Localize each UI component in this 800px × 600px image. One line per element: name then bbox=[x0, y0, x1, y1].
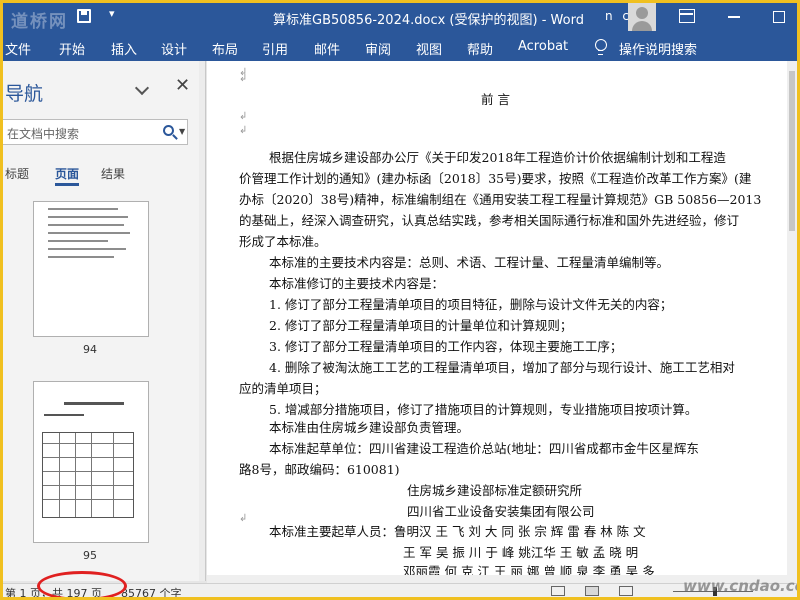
watermark: www.cndao.com bbox=[683, 577, 797, 595]
print-layout-button[interactable] bbox=[585, 586, 599, 596]
word-count-status[interactable]: 85767 个字 bbox=[121, 585, 182, 597]
page-thumbnail[interactable] bbox=[33, 381, 149, 543]
doc-line: 王 军 吴 振 川 于 峰 姚江华 王 敏 孟 晓 明 bbox=[403, 545, 639, 560]
minimize-icon[interactable] bbox=[728, 16, 740, 18]
title-bar: 道桥网 ▾ 算标准GB50856-2024.docx (受保护的视图) - Wo… bbox=[3, 3, 797, 32]
scrollbar-thumb[interactable] bbox=[789, 71, 795, 231]
read-mode-button[interactable] bbox=[551, 586, 565, 596]
page-thumbnail[interactable] bbox=[33, 201, 149, 337]
document-scrollbar[interactable] bbox=[787, 61, 797, 575]
paragraph-mark: ↲ bbox=[239, 111, 248, 122]
word-window: 道桥网 ▾ 算标准GB50856-2024.docx (受保护的视图) - Wo… bbox=[3, 3, 797, 597]
doc-line: 本标准由住房城乡建设部负责管理。 bbox=[269, 420, 470, 435]
paragraph-mark: ↲ bbox=[239, 73, 248, 84]
doc-line: 2. 修订了部分工程量清单项目的计量单位和计算规则； bbox=[269, 318, 573, 333]
tab-review[interactable]: 审阅 bbox=[365, 39, 391, 58]
doc-line: 1. 修订了部分工程量清单项目的项目特征，删除与设计文件无关的内容； bbox=[269, 297, 673, 312]
search-placeholder: 在文档中搜索 bbox=[7, 127, 80, 141]
ribbon-display-options-icon[interactable] bbox=[679, 9, 695, 23]
doc-line: 价管理工作计划的通知》(建办标函〔2018〕35号)要求，按照《工程造价改革工作… bbox=[239, 171, 752, 186]
document-page[interactable]: ↲ ↲ 前 言 ↲ ↲ 根据住房城乡建设部办公厅《关于印发2018年工程造价计价… bbox=[207, 61, 787, 575]
paragraph-mark: ↲ bbox=[239, 513, 248, 524]
navigation-pane: 导航 ✕ 在文档中搜索 ▼ 标题 页面 结果 94 95 bbox=[3, 61, 206, 581]
site-logo: 道桥网 bbox=[11, 12, 68, 32]
nav-tab-headings[interactable]: 标题 bbox=[5, 165, 29, 182]
chevron-down-icon[interactable] bbox=[134, 80, 150, 96]
tab-home[interactable]: 开始 bbox=[59, 39, 85, 58]
ribbon-tabs: 文件 开始 插入 设计 布局 引用 邮件 审阅 视图 帮助 Acrobat 操作… bbox=[3, 31, 797, 61]
tab-mailings[interactable]: 邮件 bbox=[314, 39, 340, 58]
document-area: ↲ ↲ 前 言 ↲ ↲ 根据住房城乡建设部办公厅《关于印发2018年工程造价计价… bbox=[207, 61, 797, 575]
doc-line: 本标准的主要技术内容是：总则、术语、工程计量、工程量清单编制等。 bbox=[269, 255, 670, 270]
tab-file[interactable]: 文件 bbox=[5, 39, 31, 58]
search-options-dropdown-icon[interactable]: ▼ bbox=[179, 127, 185, 136]
doc-line: 邓丽霞 何 克 江 王 丽 娜 曾 顺 泉 李 勇 吴 多 bbox=[403, 564, 655, 575]
nav-search-input[interactable]: 在文档中搜索 ▼ bbox=[3, 119, 188, 145]
doc-line: 形成了本标准。 bbox=[239, 234, 327, 249]
close-icon[interactable]: ✕ bbox=[175, 77, 191, 95]
search-icon[interactable] bbox=[163, 125, 174, 136]
paragraph-mark: ↲ bbox=[239, 125, 248, 136]
doc-line: 的基础上，经深入调查研究，认真总结实践，参考相关国际通行标准和国外先进经验，修订 bbox=[239, 213, 740, 228]
page-thumbnail-number: 95 bbox=[83, 549, 97, 562]
window-title: 算标准GB50856-2024.docx (受保护的视图) - Word bbox=[273, 13, 584, 28]
doc-line: 四川省工业设备安装集团有限公司 bbox=[407, 504, 595, 519]
tab-help[interactable]: 帮助 bbox=[467, 39, 493, 58]
tab-layout[interactable]: 布局 bbox=[212, 39, 238, 58]
tab-references[interactable]: 引用 bbox=[262, 39, 288, 58]
tab-acrobat[interactable]: Acrobat bbox=[518, 39, 568, 54]
nav-pane-title: 导航 bbox=[5, 83, 44, 105]
quick-access-dropdown-icon[interactable]: ▾ bbox=[109, 7, 115, 20]
web-layout-button[interactable] bbox=[619, 586, 633, 596]
nav-tab-pages[interactable]: 页面 bbox=[55, 165, 79, 182]
maximize-icon[interactable] bbox=[773, 11, 785, 23]
doc-line: 本标准修订的主要技术内容是： bbox=[269, 276, 445, 291]
doc-line: 4. 删除了被淘汰施工工艺的工程量清单项目，增加了部分与现行设计、施工工艺相对 bbox=[269, 360, 735, 375]
active-tab-indicator bbox=[55, 183, 79, 186]
tab-view[interactable]: 视图 bbox=[416, 39, 442, 58]
user-avatar[interactable] bbox=[628, 3, 656, 31]
tab-insert[interactable]: 插入 bbox=[111, 39, 137, 58]
doc-line: 应的清单项目； bbox=[239, 381, 327, 396]
doc-line: 本标准主要起草人员：鲁明汉 王 飞 刘 大 同 张 宗 辉 雷 春 林 陈 文 bbox=[269, 524, 646, 539]
save-icon[interactable] bbox=[77, 9, 91, 23]
nav-tab-results[interactable]: 结果 bbox=[101, 165, 125, 182]
doc-heading: 前 言 bbox=[481, 92, 510, 107]
doc-line: 本标准起草单位：四川省建设工程造价总站(地址：四川省成都市金牛区星辉东 bbox=[269, 441, 699, 456]
doc-line: 住房城乡建设部标准定额研究所 bbox=[407, 483, 583, 498]
doc-line: 办标〔2020〕38号)精神，标准编制组在《通用安装工程工程量计算规范》GB 5… bbox=[239, 192, 762, 207]
page-thumbnail-number: 94 bbox=[83, 343, 97, 356]
lightbulb-icon bbox=[595, 39, 607, 55]
annotation-circle bbox=[37, 571, 127, 597]
doc-line: 根据住房城乡建设部办公厅《关于印发2018年工程造价计价依据编制计划和工程造 bbox=[269, 150, 726, 165]
doc-line: 路8号，邮政编码：610081) bbox=[239, 462, 400, 477]
tell-me-search[interactable]: 操作说明搜索 bbox=[619, 39, 697, 58]
nav-scrollbar[interactable] bbox=[199, 61, 205, 581]
doc-line: 3. 修订了部分工程量清单项目的工作内容，体现主要施工工序； bbox=[269, 339, 623, 354]
tab-design[interactable]: 设计 bbox=[161, 39, 187, 58]
